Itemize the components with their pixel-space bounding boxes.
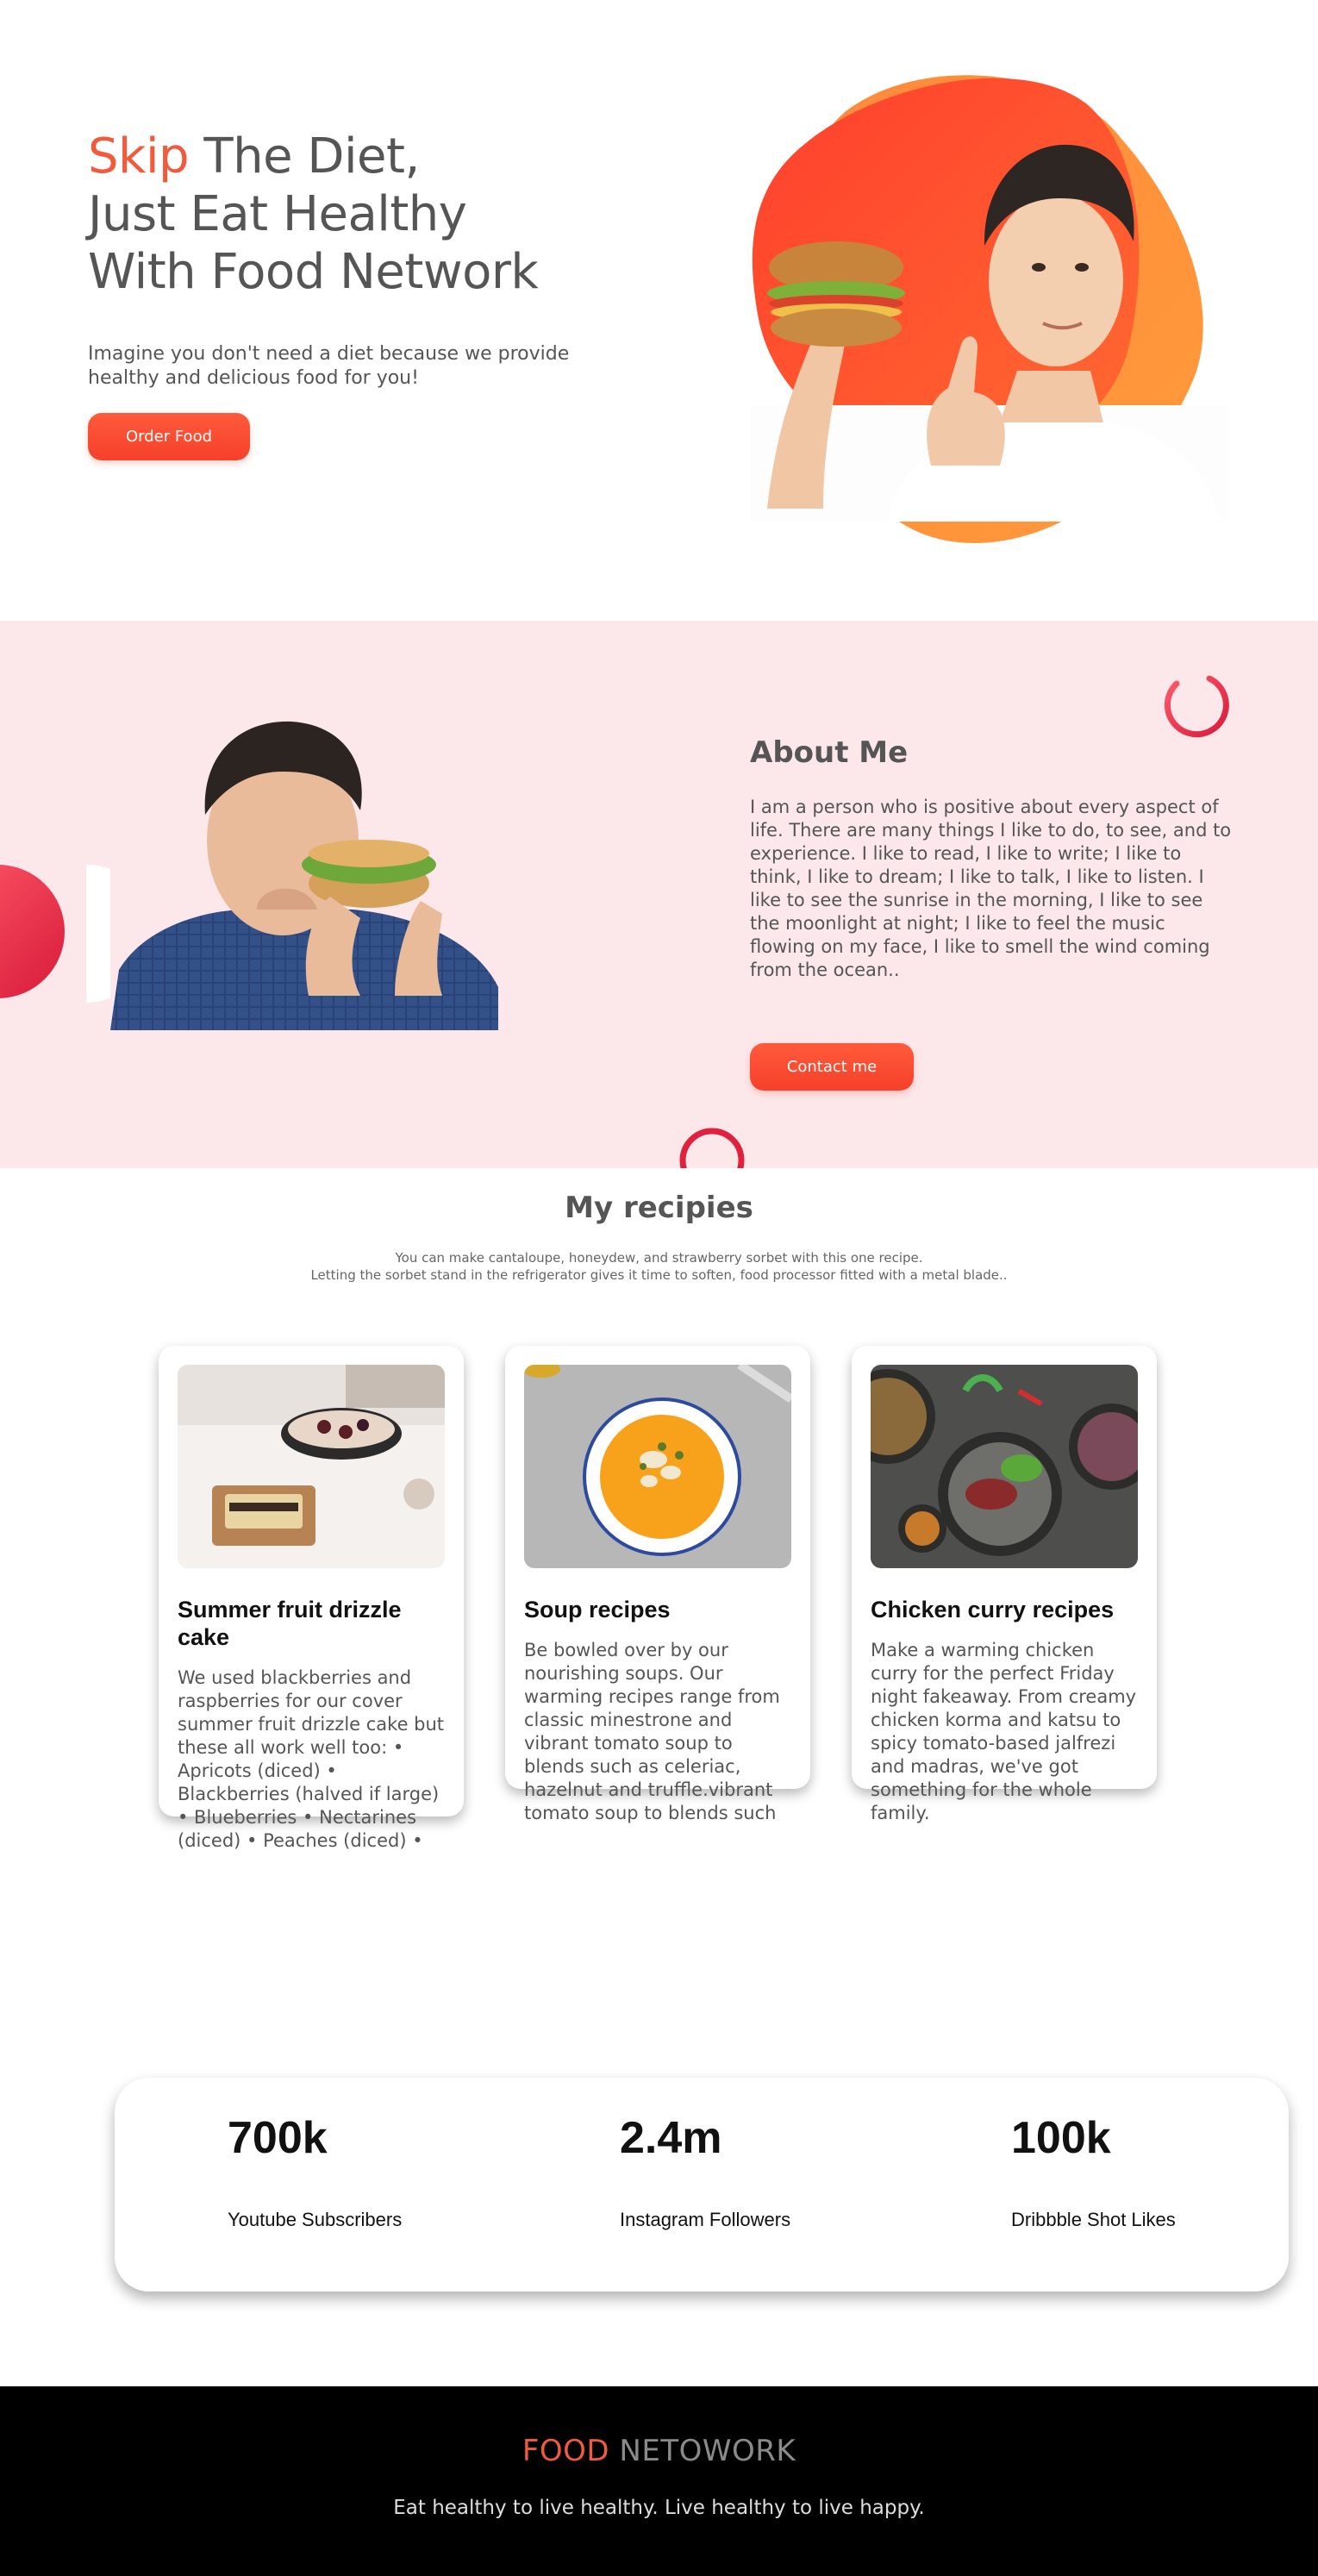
decorative-ring-icon	[1164, 675, 1229, 738]
recipe-card[interactable]: Summer fruit drizzle cake We used blackb…	[159, 1346, 464, 1851]
recipe-title: Chicken curry recipes	[871, 1597, 1115, 1623]
recipes-subtitle-line1: You can make cantaloupe, honeydew, and s…	[395, 1250, 923, 1266]
recipes-subtitle-line2: Letting the sorbet stand in the refriger…	[310, 1267, 1008, 1283]
about-section: About Me I am a person who is positive a…	[0, 621, 1318, 1168]
contact-me-button[interactable]: Contact me	[750, 1043, 914, 1091]
about-title: About Me	[750, 735, 909, 770]
stat-label: Dribbble Shot Likes	[1011, 2209, 1176, 2230]
stat-value: 2.4m	[620, 2113, 722, 2163]
order-food-button[interactable]: Order Food	[88, 413, 250, 460]
recipe-image-curry	[871, 1365, 1138, 1568]
hero-title: Skip The Diet, Just Eat Healthy With Foo…	[88, 128, 622, 301]
recipe-card[interactable]: Soup recipes Be bowled over by our nouri…	[505, 1346, 810, 1823]
recipe-description: Make a warming chicken curry for the per…	[871, 1640, 1137, 1823]
hero-description: Imagine you don't need a diet because we…	[88, 343, 570, 389]
hero-title-line3: With Food Network	[88, 244, 539, 300]
recipes-section: My recipies You can make cantaloupe, hon…	[0, 1168, 1318, 1944]
stats-panel: 700k Youtube Subscribers 2.4m Instagram …	[115, 2078, 1289, 2292]
footer-brand-network: NETOWORK	[609, 2434, 796, 2468]
decorative-ring-icon	[679, 1128, 745, 1168]
stat-label: Instagram Followers	[620, 2209, 791, 2230]
stat-label: Youtube Subscribers	[228, 2209, 403, 2230]
recipe-description: Be bowled over by our nourishing soups. …	[524, 1640, 780, 1823]
recipe-card[interactable]: Chicken curry recipes Make a warming chi…	[852, 1346, 1157, 1823]
hero-title-accent: Skip	[88, 128, 190, 184]
footer-brand: FOOD NETOWORK	[0, 2434, 1318, 2468]
stat-value: 100k	[1011, 2113, 1111, 2163]
footer: FOOD NETOWORK Eat healthy to live health…	[0, 2386, 1318, 2576]
hero-title-line1: The Diet,	[189, 128, 420, 184]
recipes-title: My recipies	[565, 1191, 753, 1225]
recipe-description: We used blackberries and raspberries for…	[178, 1667, 445, 1851]
hero-image	[750, 75, 1228, 543]
decorative-red-circle	[0, 865, 65, 998]
recipe-image-cake	[178, 1365, 445, 1568]
about-text: I am a person who is positive about ever…	[750, 797, 1232, 980]
recipe-image-soup	[524, 1365, 791, 1568]
footer-brand-food: FOOD	[522, 2434, 610, 2468]
recipes-subtitle: You can make cantaloupe, honeydew, and s…	[0, 1249, 1318, 1284]
hero-title-line2: Just Eat Healthy	[88, 186, 467, 242]
recipe-title: Soup recipes	[524, 1597, 671, 1623]
stat-value: 700k	[228, 2113, 328, 2163]
footer-tagline: Eat healthy to live healthy. Live health…	[393, 2497, 925, 2519]
page: Skip The Diet, Just Eat Healthy With Foo…	[0, 0, 1318, 2576]
about-photo	[110, 711, 498, 1030]
recipe-title: Summer fruit drizzle cake	[178, 1597, 402, 1650]
hero-section: Skip The Diet, Just Eat Healthy With Foo…	[0, 0, 1318, 621]
